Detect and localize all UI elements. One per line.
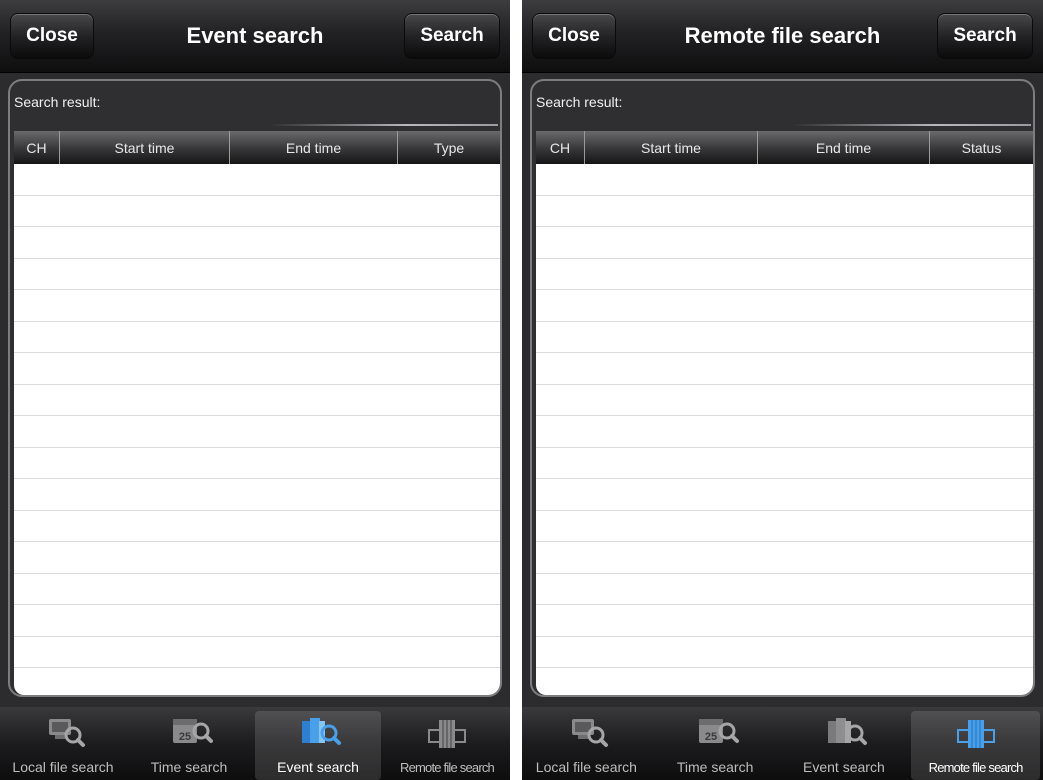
page-title: Event search [186, 23, 324, 48]
table-header: CH Start time End time Type [14, 131, 500, 164]
event-search-screen: Close Event search Search Search result:… [0, 0, 510, 780]
page-title: Remote file search [684, 23, 881, 48]
table-row[interactable] [536, 353, 1033, 385]
table-row[interactable] [536, 637, 1033, 668]
column-header-status: Status [961, 139, 1002, 156]
tab-label: Time search [676, 759, 754, 775]
tab-remote-file-search[interactable]: Remote file search [911, 711, 1040, 780]
tab-remote-file-search[interactable]: Remote file search [384, 707, 510, 780]
event-search-icon [302, 718, 341, 745]
tab-event-search[interactable]: Event search [255, 711, 381, 780]
table-row[interactable] [536, 385, 1033, 416]
table-row[interactable] [536, 290, 1033, 322]
tab-event-search[interactable]: Event search [780, 707, 909, 780]
table-row[interactable] [536, 574, 1033, 605]
table-row[interactable] [14, 227, 500, 259]
result-table[interactable] [536, 164, 1033, 695]
table-row[interactable] [14, 511, 500, 542]
table-row[interactable] [14, 322, 500, 353]
tab-label: Event search [803, 759, 885, 775]
table-row[interactable] [14, 448, 500, 479]
table-row[interactable] [536, 511, 1033, 542]
table-row[interactable] [14, 290, 500, 322]
table-row[interactable] [14, 668, 500, 695]
navigation-bar: Close Remote file search Search [522, 0, 1043, 73]
table-row[interactable] [14, 542, 500, 574]
tab-bar: Local file search 25 Time search Event s… [0, 707, 510, 780]
table-row[interactable] [14, 637, 500, 668]
tab-bar: Local file search 25 Time search Event s… [522, 707, 1043, 780]
tab-label: Remote file search [400, 760, 495, 775]
table-row[interactable] [536, 416, 1033, 448]
table-row[interactable] [14, 416, 500, 448]
time-search-icon: 25 [173, 719, 213, 743]
column-header-start-time: Start time [585, 131, 758, 164]
search-button[interactable]: Search [404, 13, 500, 59]
local-file-search-icon [572, 719, 609, 747]
event-search-icon [827, 718, 867, 745]
table-row[interactable] [14, 385, 500, 416]
column-header-end-time: End time [758, 131, 930, 164]
column-header-ch: CH [536, 131, 585, 164]
close-button[interactable]: Close [532, 13, 616, 59]
remote-file-search-icon [428, 720, 466, 748]
tab-label: Remote file search [928, 760, 1024, 775]
table-row[interactable] [536, 259, 1033, 290]
table-row[interactable] [536, 322, 1033, 353]
table-row[interactable] [536, 448, 1033, 479]
tab-label: Local file search [535, 759, 637, 775]
table-row[interactable] [14, 259, 500, 290]
table-row[interactable] [536, 227, 1033, 259]
column-header-ch: CH [14, 131, 60, 164]
tab-time-search[interactable]: 25 Time search [651, 707, 780, 780]
tab-label: Event search [277, 759, 359, 775]
table-row[interactable] [536, 542, 1033, 574]
tab-time-search[interactable]: 25 Time search [126, 707, 252, 780]
search-result-label: Search result: [14, 94, 101, 110]
table-row[interactable] [14, 574, 500, 605]
tab-label: Time search [150, 759, 228, 775]
table-row[interactable] [536, 668, 1033, 695]
column-header-type: Type [433, 139, 465, 156]
tab-local-file-search[interactable]: Local file search [0, 707, 126, 780]
table-header: CH Start time End time Status [536, 131, 1033, 164]
search-result-panel: Search result: CH Start time End time Ty… [8, 79, 502, 697]
table-row[interactable] [14, 479, 500, 511]
table-row[interactable] [536, 164, 1033, 196]
navigation-bar: Close Event search Search [0, 0, 510, 73]
search-button[interactable]: Search [937, 13, 1033, 59]
table-row[interactable] [536, 605, 1033, 637]
divider [792, 124, 1031, 126]
table-row[interactable] [14, 353, 500, 385]
table-row[interactable] [14, 605, 500, 637]
table-row[interactable] [14, 164, 500, 196]
local-file-search-icon [49, 719, 85, 747]
remote-file-search-screen: Close Remote file search Search Search r… [522, 0, 1043, 780]
table-row[interactable] [14, 196, 500, 227]
calendar-day: 25 [179, 731, 191, 743]
remote-file-search-icon [956, 720, 995, 748]
tab-local-file-search[interactable]: Local file search [522, 707, 651, 780]
search-result-label: Search result: [536, 94, 623, 110]
close-button[interactable]: Close [10, 13, 94, 59]
divider [270, 124, 498, 126]
column-header-start-time: Start time [60, 131, 230, 164]
table-row[interactable] [536, 479, 1033, 511]
tab-label: Local file search [12, 759, 114, 775]
result-table[interactable] [14, 164, 500, 695]
calendar-day: 25 [705, 731, 717, 743]
column-header-end-time: End time [230, 131, 398, 164]
search-result-panel: Search result: CH Start time End time St… [530, 79, 1035, 697]
time-search-icon: 25 [699, 719, 740, 743]
table-row[interactable] [536, 196, 1033, 227]
